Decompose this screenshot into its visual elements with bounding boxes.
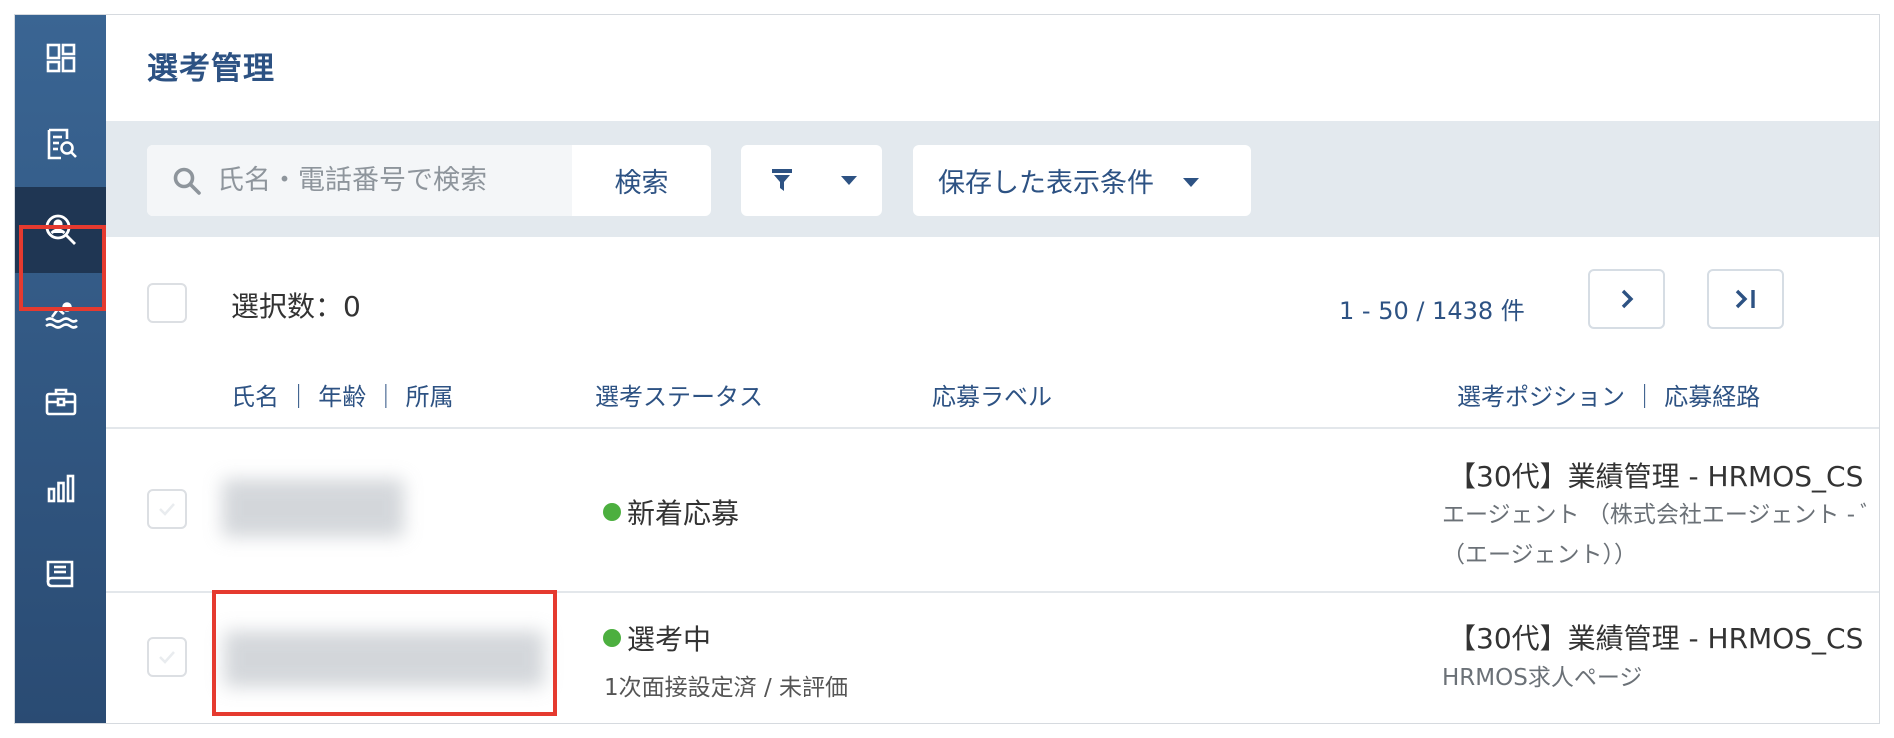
- sidebar-item-jobs[interactable]: [15, 359, 106, 445]
- search-input[interactable]: [217, 165, 547, 196]
- sidebar-item-reports[interactable]: [15, 445, 106, 531]
- filter-icon: [772, 169, 792, 191]
- status-text: 選考中: [627, 623, 712, 656]
- sidebar-item-dashboard[interactable]: [15, 15, 106, 101]
- chevron-down-icon: [841, 176, 857, 185]
- status-cell: 選考中: [603, 618, 711, 658]
- status-dot: [603, 629, 621, 647]
- saved-conditions-dropdown[interactable]: 保存した表示条件: [913, 145, 1251, 216]
- saved-conditions-label: 保存した表示条件: [938, 168, 1154, 199]
- search-box: 検索: [147, 145, 711, 216]
- application-route: HRMOS求人ページ: [1442, 665, 1643, 691]
- row-divider: [106, 591, 1879, 593]
- filter-button[interactable]: [741, 145, 882, 216]
- status-dot: [603, 503, 621, 521]
- chevron-down-icon: [1183, 178, 1199, 187]
- last-page-button[interactable]: [1707, 269, 1784, 329]
- column-header-status[interactable]: 選考ステータス: [595, 377, 763, 412]
- row-divider: [106, 427, 1879, 429]
- application-route-detail: （エージェント））: [1442, 542, 1638, 568]
- sidebar: [15, 15, 106, 723]
- search-button[interactable]: 検索: [572, 145, 711, 216]
- candidate-name-redacted[interactable]: [224, 631, 544, 687]
- sidebar-item-candidates[interactable]: [15, 187, 106, 273]
- column-header-name[interactable]: 氏名 ｜ 年齢 ｜ 所属: [231, 377, 454, 412]
- status-text: 新着応募: [627, 497, 740, 530]
- selected-count: 選択数：0: [231, 290, 361, 323]
- report-icon: [46, 560, 73, 588]
- document-search-icon: [47, 128, 77, 160]
- position-title[interactable]: 【30代】業績管理 - HRMOS_CS: [1448, 617, 1863, 657]
- check-icon: [159, 503, 175, 516]
- select-all-checkbox[interactable]: [147, 283, 187, 323]
- briefcase-icon: [45, 388, 76, 416]
- sidebar-item-swim[interactable]: [15, 273, 106, 359]
- sidebar-item-documents[interactable]: [15, 101, 106, 187]
- column-header-position[interactable]: 選考ポジション ｜ 応募経路: [1457, 377, 1760, 412]
- chevron-right-icon: [1621, 289, 1633, 309]
- column-header-label[interactable]: 応募ラベル: [932, 377, 1052, 412]
- swimmer-icon: [44, 302, 78, 329]
- main-content: 選考管理 検索 保存した表示条件: [106, 15, 1879, 723]
- check-icon: [159, 651, 175, 664]
- last-page-icon: [1735, 289, 1755, 309]
- row-checkbox[interactable]: [147, 489, 187, 529]
- pagination-text: 1 - 50 / 1438 件: [1339, 297, 1525, 325]
- toolbar: 検索 保存した表示条件: [106, 121, 1879, 237]
- row-checkbox[interactable]: [147, 637, 187, 677]
- search-field[interactable]: [147, 145, 572, 216]
- page-title: 選考管理: [147, 51, 275, 87]
- status-cell: 新着応募: [603, 492, 739, 532]
- candidate-name-redacted[interactable]: [222, 479, 404, 537]
- sidebar-item-forms[interactable]: [15, 531, 106, 617]
- application-route: エージェント （株式会社エージェント - ﾞ: [1442, 502, 1872, 528]
- bar-chart-icon: [47, 474, 74, 503]
- sub-status: 1次面接設定済 / 未評価: [604, 675, 849, 701]
- dashboard-icon: [46, 43, 75, 73]
- candidate-search-icon: [45, 214, 76, 245]
- app-window: 選考管理 検索 保存した表示条件: [14, 14, 1880, 724]
- next-page-button[interactable]: [1588, 269, 1665, 329]
- search-icon: [173, 167, 201, 195]
- position-title[interactable]: 【30代】業績管理 - HRMOS_CS: [1448, 455, 1863, 495]
